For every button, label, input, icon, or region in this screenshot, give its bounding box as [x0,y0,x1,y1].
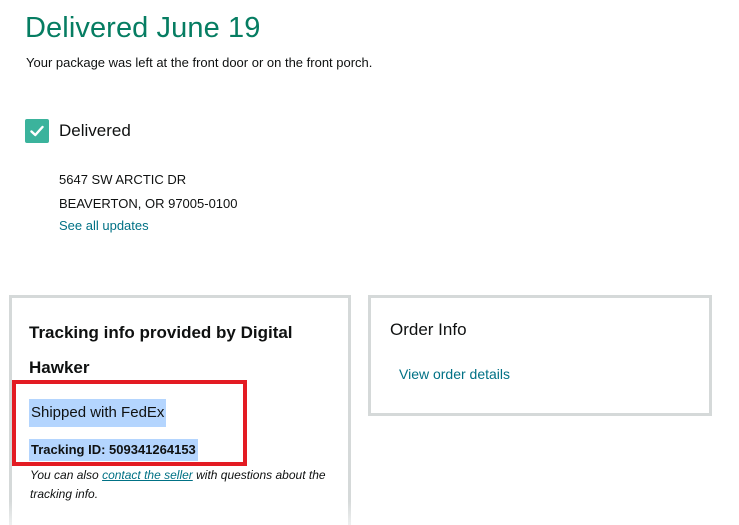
delivery-address: 5647 SW ARCTIC DR BEAVERTON, OR 97005-01… [59,168,237,216]
tracking-info-card: Tracking info provided by Digital Hawker… [9,295,351,525]
seller-note-prefix: You can also [30,468,103,482]
delivery-tracking-page: Delivered June 19 Your package was left … [0,0,739,525]
status-label: Delivered [59,121,131,140]
order-card-title: Order Info [390,320,467,339]
annotation-highlight-box [12,380,247,466]
page-title: Delivered June 19 [25,12,261,44]
seller-note: You can also contact the seller with que… [30,466,330,504]
tracking-card-title: Tracking info provided by Digital Hawker [29,323,293,377]
view-order-details-link[interactable]: View order details [399,364,510,384]
order-info-card: Order Info View order details [368,295,712,416]
address-line-2: BEAVERTON, OR 97005-0100 [59,196,238,211]
address-line-1: 5647 SW ARCTIC DR [59,172,187,187]
contact-seller-link[interactable]: contact the seller [102,468,193,482]
delivery-status: Delivered [25,119,131,143]
see-all-updates-link[interactable]: See all updates [59,215,149,237]
checkmark-icon [25,119,49,143]
delivery-note: Your package was left at the front door … [26,55,373,70]
